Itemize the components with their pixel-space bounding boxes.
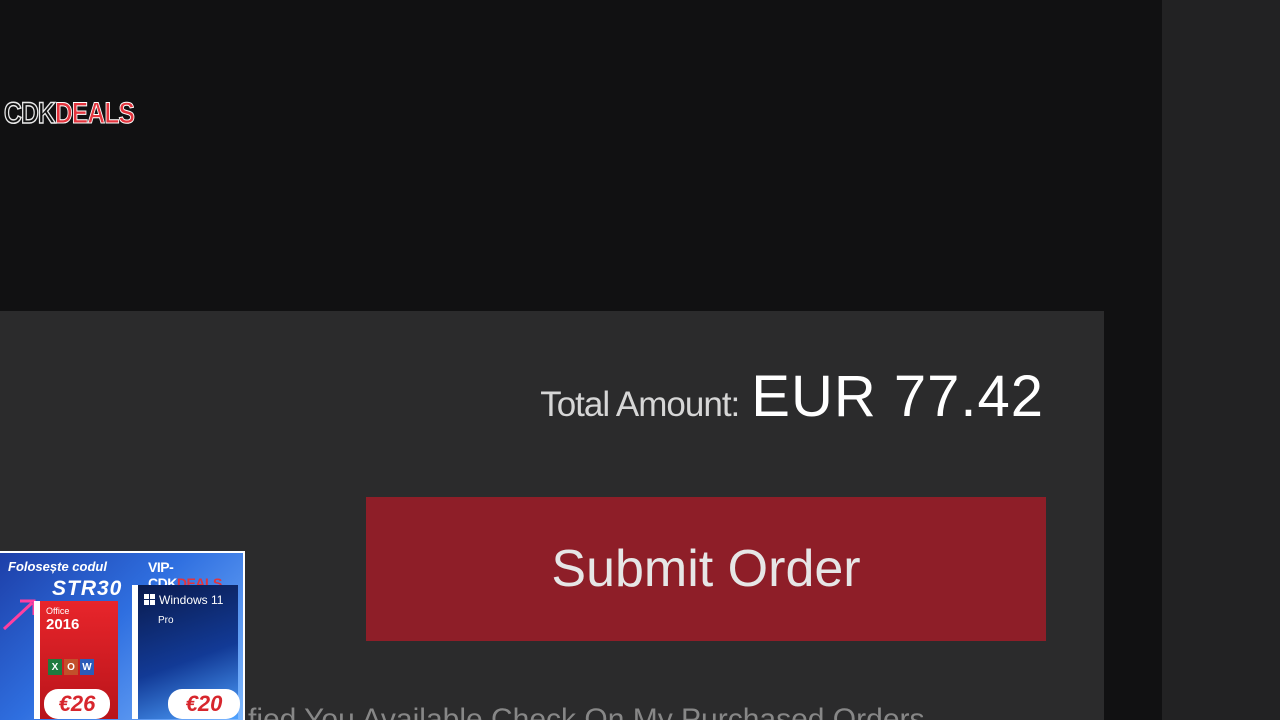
total-amount-value: EUR 77.42 [751, 364, 1044, 429]
windows-logo-icon [144, 594, 155, 606]
logo-cdk-text: CDK [3, 96, 56, 131]
promo-code: STR30 [52, 577, 123, 600]
promo-banner[interactable]: Folosește codul STR30 VIP-CDKDEALS Offic… [0, 551, 245, 720]
office-label: Office [46, 606, 70, 616]
word-icon: W [80, 659, 94, 675]
total-amount-row: Total Amount: EUR 77.42 [540, 363, 1044, 430]
submit-order-button[interactable]: Submit Order [366, 497, 1046, 641]
logo-deals-text: DEALS [54, 97, 135, 131]
office-price-badge: €26 [44, 689, 110, 719]
order-notice-text: fied You Available Check On My Purchased… [248, 703, 925, 720]
promo-line: Folosește codul [8, 559, 107, 574]
windows-edition: Pro [158, 615, 174, 626]
outlook-icon: O [64, 659, 78, 675]
cdkdeals-logo[interactable]: CDKDEALS [3, 96, 135, 132]
office-app-icons: X O W [48, 659, 94, 675]
windows-title: Windows 11 [159, 592, 224, 607]
windows-price-badge: €20 [168, 689, 240, 719]
office-year: 2016 [46, 616, 80, 633]
total-amount-label: Total Amount: [540, 385, 740, 424]
page: CDKDEALS Total Amount: EUR 77.42 Submit … [0, 0, 1280, 720]
right-gutter [1162, 0, 1280, 720]
excel-icon: X [48, 659, 62, 675]
